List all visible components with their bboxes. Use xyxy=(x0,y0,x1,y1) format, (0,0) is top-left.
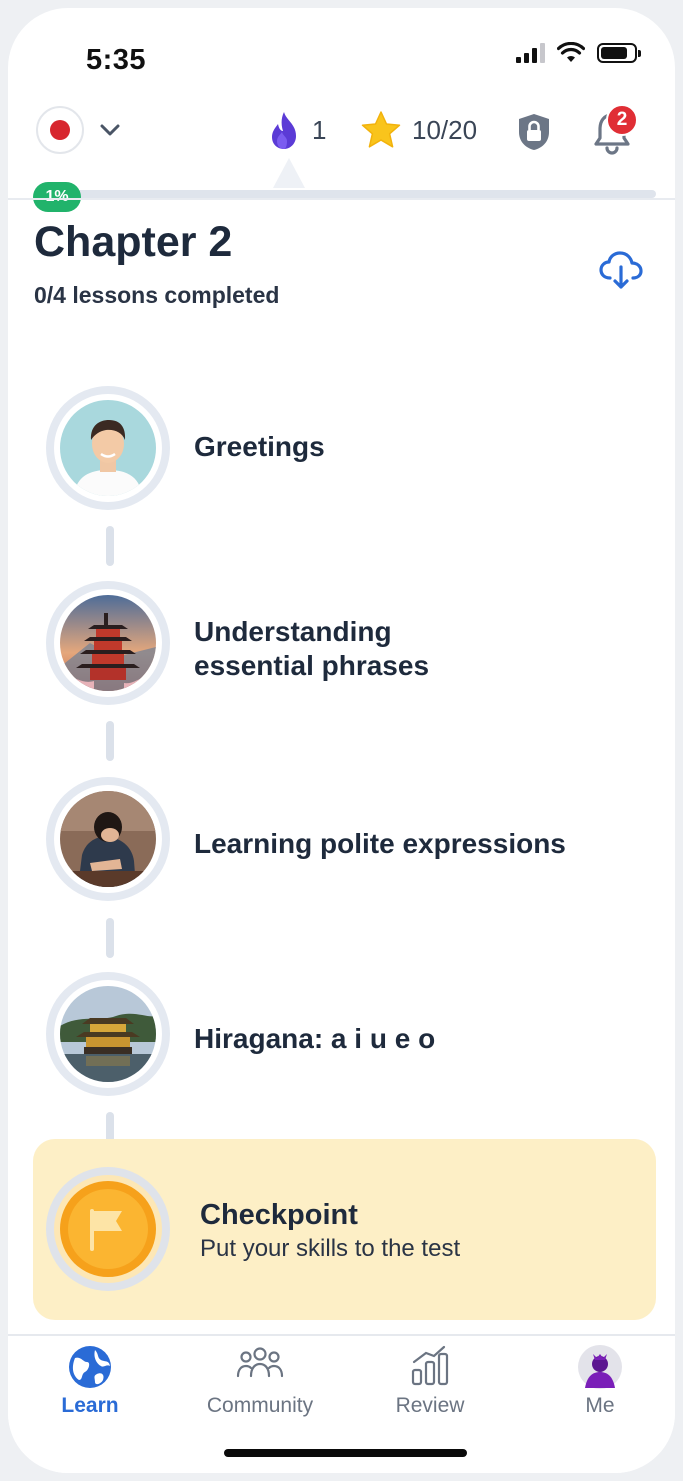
bar-chart-icon xyxy=(411,1345,449,1386)
progress-percent-badge: 1% xyxy=(33,182,81,212)
lesson-title: Hiragana: a i u e o xyxy=(194,1023,436,1054)
nav-label: Community xyxy=(206,1394,314,1417)
stars-count: 10/20 xyxy=(412,114,478,145)
path-connector xyxy=(106,526,114,566)
chevron-down-icon[interactable] xyxy=(98,118,122,142)
status-icons xyxy=(516,42,641,64)
flag-coin-icon xyxy=(60,1181,156,1277)
lesson-icon-ring xyxy=(46,581,170,705)
nav-label: Review xyxy=(395,1394,465,1417)
streak-count: 1 xyxy=(312,114,327,145)
course-progress-bar xyxy=(38,190,656,198)
cellular-signal-icon xyxy=(516,43,545,63)
lesson-icon-ring xyxy=(46,386,170,510)
status-time: 5:35 xyxy=(86,44,147,76)
app-screen: 5:35 1 10/20 2 1% Chapter 2 0/4 lessons … xyxy=(8,8,675,1473)
globe-icon xyxy=(69,1346,111,1388)
checkpoint-card[interactable]: Checkpoint Put your skills to the test xyxy=(33,1139,656,1320)
battery-icon xyxy=(597,43,641,63)
lesson-title: Understanding essential phrases xyxy=(194,615,429,683)
chapter-progress-text: 0/4 lessons completed xyxy=(34,282,280,308)
lesson-item-hiragana[interactable]: Hiragana: a i u e o xyxy=(46,972,646,1100)
golden-pavilion-icon xyxy=(60,986,156,1082)
premium-lock-icon[interactable] xyxy=(516,112,552,152)
lesson-title-line-1: Understanding xyxy=(194,616,392,647)
nav-label: Learn xyxy=(61,1394,119,1417)
wifi-icon xyxy=(557,42,585,62)
tooltip-pointer xyxy=(273,158,305,188)
bowing-person-icon xyxy=(60,791,156,887)
flame-icon xyxy=(272,112,296,149)
star-icon xyxy=(361,111,401,148)
checkpoint-subtitle: Put your skills to the test xyxy=(200,1235,461,1262)
lesson-item-greetings[interactable]: Greetings xyxy=(46,386,646,514)
home-indicator[interactable] xyxy=(224,1449,467,1457)
lesson-title: Greetings xyxy=(194,431,325,462)
lesson-item-essential-phrases[interactable]: Understanding essential phrases xyxy=(46,581,646,709)
top-bar: 1 10/20 xyxy=(8,100,675,176)
header-divider xyxy=(8,198,675,200)
lesson-title: Learning polite expressions xyxy=(194,828,566,859)
notification-badge: 2 xyxy=(606,104,638,136)
lesson-item-polite-expressions[interactable]: Learning polite expressions xyxy=(46,777,646,905)
pagoda-icon xyxy=(60,595,156,691)
nav-label: Me xyxy=(585,1394,615,1417)
lesson-title-line-2: essential phrases xyxy=(194,650,430,681)
lesson-icon-ring xyxy=(46,972,170,1096)
streak-counter[interactable]: 1 xyxy=(266,110,326,150)
path-connector xyxy=(106,721,114,761)
checkpoint-icon-ring xyxy=(46,1167,170,1291)
people-icon xyxy=(236,1347,284,1378)
stars-counter[interactable]: 10/20 xyxy=(360,110,477,150)
chapter-title: Chapter 2 xyxy=(34,218,233,266)
checkpoint-title: Checkpoint xyxy=(200,1199,358,1231)
person-portrait-icon xyxy=(60,400,156,496)
avatar-icon xyxy=(578,1345,622,1389)
japan-flag-icon[interactable] xyxy=(36,106,84,154)
path-connector xyxy=(106,918,114,958)
cloud-download-icon[interactable] xyxy=(598,250,644,290)
lesson-icon-ring xyxy=(46,777,170,901)
flag-icon xyxy=(90,1209,122,1251)
